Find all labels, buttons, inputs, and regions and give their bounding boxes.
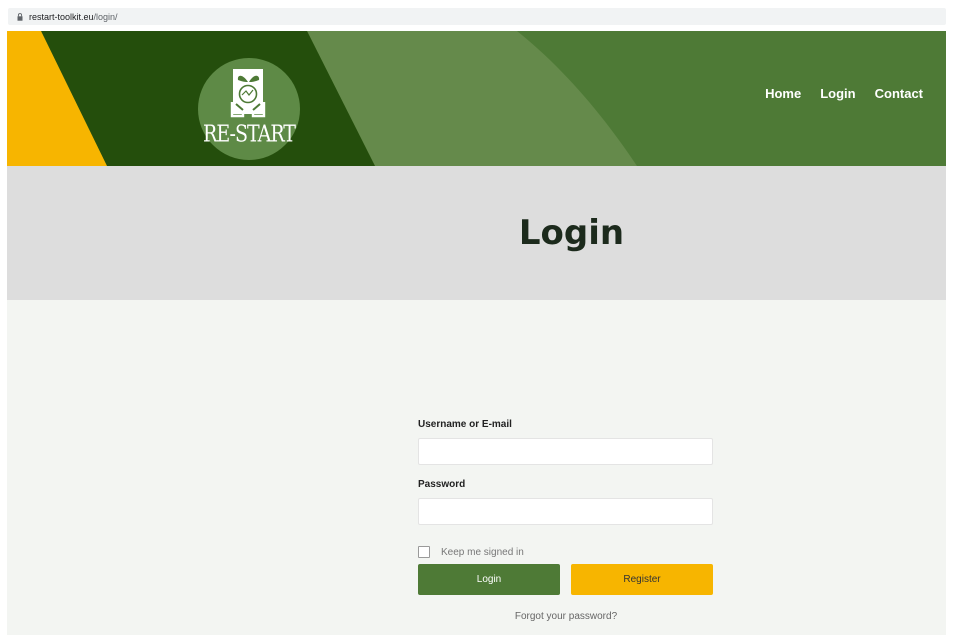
keep-signed-in-checkbox[interactable] <box>418 546 430 558</box>
page-title-band: Login <box>7 166 946 300</box>
keep-signed-in-row[interactable]: Keep me signed in <box>418 545 714 559</box>
login-form: Username or E-mail Password Keep me sign… <box>418 419 714 622</box>
site-logo[interactable]: RE-START <box>198 58 300 160</box>
url-field[interactable]: restart-toolkit.eu/login/ <box>8 8 946 25</box>
password-input[interactable] <box>418 498 713 525</box>
main-content: Username or E-mail Password Keep me sign… <box>7 300 946 635</box>
password-label: Password <box>418 479 466 490</box>
url-path: /login/ <box>93 11 118 22</box>
forgot-password-link[interactable]: Forgot your password? <box>418 611 714 622</box>
nav-login[interactable]: Login <box>820 86 855 101</box>
username-input[interactable] <box>418 438 713 465</box>
browser-address-bar: restart-toolkit.eu/login/ <box>0 0 954 31</box>
page-title: Login <box>518 213 625 253</box>
site-header: RE-START Home Login Contact <box>7 31 946 166</box>
keep-signed-in-label: Keep me signed in <box>441 546 524 558</box>
lock-icon <box>17 12 23 21</box>
logo-text: RE-START <box>203 120 296 148</box>
nav-home[interactable]: Home <box>765 86 801 101</box>
login-button[interactable]: Login <box>418 564 560 595</box>
form-actions: Login Register <box>418 564 714 595</box>
nav-contact[interactable]: Contact <box>875 86 923 101</box>
register-button[interactable]: Register <box>571 564 713 595</box>
url-domain: restart-toolkit.eu <box>29 11 94 22</box>
username-label: Username or E-mail <box>418 419 512 430</box>
main-nav: Home Login Contact <box>765 86 923 101</box>
